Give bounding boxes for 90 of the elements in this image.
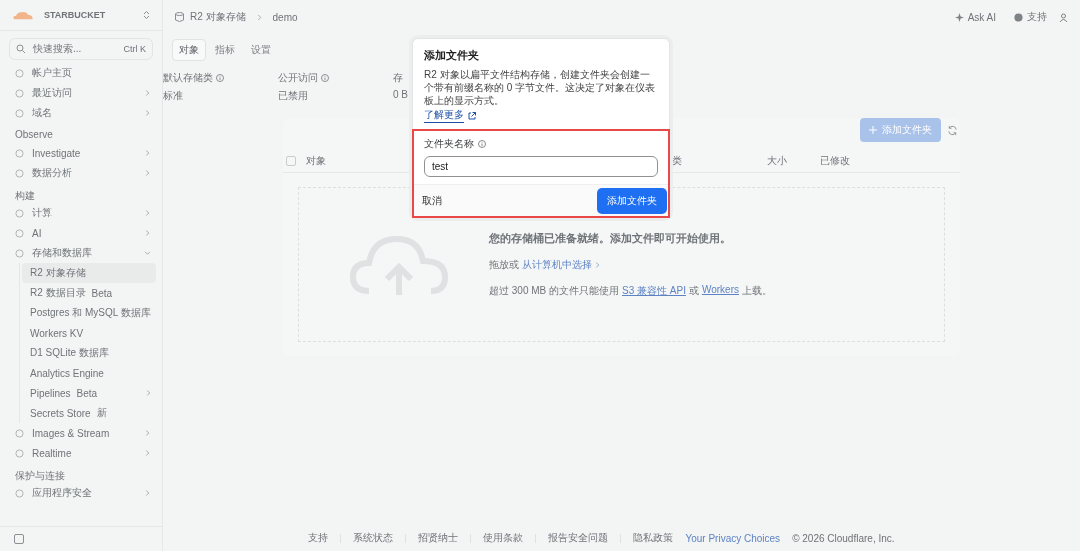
section-label: 保护与连接 [14, 469, 66, 483]
column-header: 已修改 [820, 154, 850, 168]
sidebar-subitem[interactable]: R2 对象存储 [22, 263, 156, 283]
chevron-down-icon [143, 250, 152, 256]
cloud-logo-icon [12, 10, 34, 20]
empty-title: 您的存储桶已准备就绪。添加文件即可开始使用。 [489, 231, 732, 246]
section-label: 构建 [14, 189, 36, 203]
chevron-right-icon [145, 89, 150, 97]
footer-link[interactable]: 报告安全问题 [548, 531, 609, 545]
footer-link[interactable]: 系统状态 [353, 531, 394, 545]
chevron-right-icon [146, 389, 151, 397]
sidebar-item[interactable]: Images & Stream [0, 423, 162, 443]
search-field[interactable]: 快速搜索... Ctrl K [9, 38, 153, 60]
sidebar-item[interactable]: 帐户主页 [0, 63, 162, 83]
chevron-right-icon [145, 169, 150, 177]
note-text: 上载。 [742, 284, 772, 298]
nav-icon [15, 488, 24, 498]
breadcrumb-link[interactable]: R2 对象存储 [190, 10, 246, 24]
dialog-title: 添加文件夹 [423, 48, 480, 63]
cancel-button[interactable]: 取消 [422, 194, 442, 208]
tab[interactable]: 对象 [172, 39, 206, 61]
dialog-description: R2 对象以扁平文件结构存储，创建文件夹会创建一个带有前缀名称的 0 字节文件。这决定了对象在仪表板上的显示方式。 [423, 68, 657, 107]
account-name: STARBUCKET [44, 10, 107, 20]
column-header: 类 [672, 154, 682, 168]
plus-icon [869, 126, 877, 134]
external-link-icon [468, 111, 476, 120]
privacy-link[interactable]: Your Privacy Choices [685, 532, 781, 544]
sidebar-item[interactable]: 计算 [0, 203, 162, 223]
chevron-right-icon [256, 13, 262, 21]
search-icon [16, 44, 26, 54]
sidebar-toggle-icon[interactable] [14, 534, 24, 544]
shortcut-hint: Ctrl K [123, 44, 146, 54]
chevron-right-icon [145, 449, 150, 457]
sidebar-item[interactable]: 存储和数据库 [0, 243, 162, 263]
chevron-right-icon [145, 429, 150, 437]
drop-text: 拖放或 [489, 258, 519, 272]
detail-value: 已禁用 [278, 89, 309, 103]
footer-link[interactable]: 招贤纳士 [418, 531, 459, 545]
up-down-chevron-icon[interactable] [143, 10, 150, 20]
chevron-right-icon [145, 489, 150, 497]
folder-name-input[interactable]: test [424, 156, 658, 177]
workers-link[interactable]: Workers [701, 284, 739, 298]
footer-link[interactable]: 隐私政策 [633, 531, 674, 545]
sidebar-subitem[interactable]: Pipelines Beta [22, 383, 156, 403]
detail-label: 默认存储类 [163, 71, 213, 85]
chevron-right-icon [145, 229, 150, 237]
sparkle-icon [954, 12, 964, 22]
note-text: 超过 300 MB 的文件只能使用 [489, 284, 620, 298]
sidebar-subitem[interactable]: Secrets Store 新 [22, 403, 156, 423]
chevron-right-icon [595, 261, 600, 269]
header-button[interactable]: 支持 [1008, 10, 1053, 24]
tab[interactable]: 设置 [244, 39, 278, 61]
sidebar-subitem[interactable]: D1 SQLite 数据库 [22, 343, 156, 363]
sidebar-subitem[interactable]: Postgres 和 MySQL 数据库 [22, 303, 156, 323]
header-button[interactable]: Ask AI [948, 11, 1002, 23]
column-header: 大小 [767, 154, 787, 168]
detail-label: 存 [393, 71, 403, 85]
sidebar-item[interactable]: 应用程序安全 [0, 483, 162, 503]
copyright-text: © 2026 Cloudflare, Inc. [792, 532, 895, 544]
sidebar-item[interactable]: AI [0, 223, 162, 243]
footer-link[interactable]: 使用条款 [483, 531, 524, 545]
sidebar-item[interactable]: Realtime [0, 443, 162, 463]
sidebar-item[interactable]: Investigate [0, 143, 162, 163]
column-header: 对象 [306, 154, 326, 168]
refresh-icon[interactable] [947, 124, 958, 136]
section-label: Observe [14, 128, 54, 142]
sidebar-subitem[interactable]: Analytics Engine [22, 363, 156, 383]
footer-link[interactable]: 支持 [308, 531, 329, 545]
info-icon [478, 140, 486, 148]
chevron-right-icon [145, 209, 150, 217]
detail-label: 公开访问 [278, 71, 318, 85]
choose-file-link[interactable]: 从计算机中选择 [522, 258, 592, 272]
chevron-right-icon [145, 149, 150, 157]
chevron-right-icon [145, 109, 150, 117]
sidebar-subitem[interactable]: Workers KV [22, 323, 156, 343]
sidebar-item[interactable]: 最近访问 [0, 83, 162, 103]
field-label: 文件夹名称 [424, 137, 474, 151]
sidebar-item[interactable]: 域名 [0, 103, 162, 123]
s3-api-link[interactable]: S3 兼容性 API [622, 284, 686, 298]
detail-value: 标准 [163, 89, 184, 103]
add-folder-confirm-button[interactable]: 添加文件夹 [597, 188, 667, 214]
breadcrumb-link[interactable]: demo [272, 11, 298, 23]
sidebar-subitem[interactable]: R2 数据目录 Beta [22, 283, 156, 303]
tab[interactable]: 指标 [208, 39, 242, 61]
user-icon[interactable] [1059, 12, 1068, 22]
select-all-checkbox[interactable] [286, 156, 296, 166]
sidebar-item[interactable]: 数据分析 [0, 163, 162, 183]
note-text: 或 [688, 284, 699, 298]
learn-more-link[interactable]: 了解更多 [424, 108, 464, 123]
database-icon [175, 12, 184, 22]
